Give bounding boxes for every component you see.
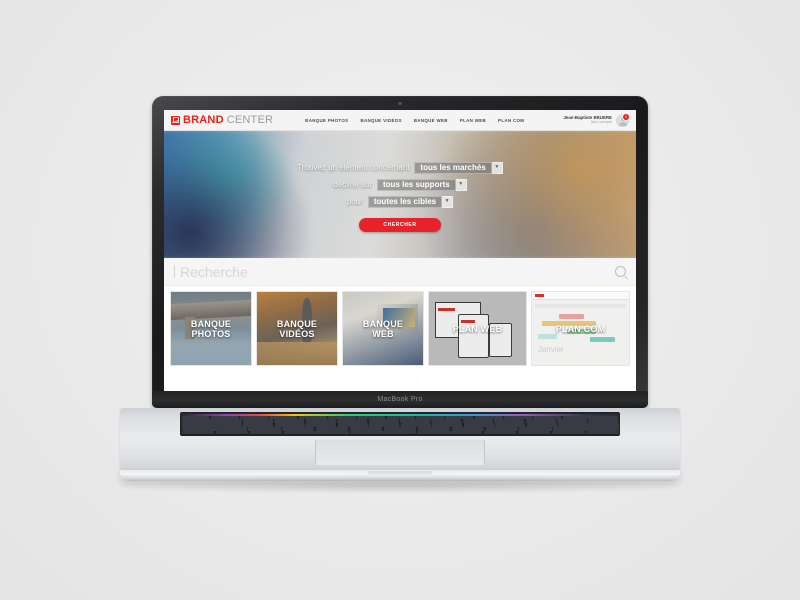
key[interactable] bbox=[181, 430, 215, 435]
tile-plan-com[interactable]: Janvier PLAN COM bbox=[531, 291, 630, 366]
logo-brand-text: BRAND bbox=[183, 114, 224, 126]
keyboard-row[interactable] bbox=[181, 430, 619, 435]
search-icon[interactable] bbox=[615, 266, 626, 277]
chevron-down-icon[interactable]: ▼ bbox=[455, 178, 467, 191]
market-select[interactable]: tous les marchés ▼ bbox=[414, 161, 503, 174]
tile-banque-photos[interactable]: BANQUE PHOTOS bbox=[170, 291, 252, 366]
nav-item-plan-web[interactable]: PLAN WEB bbox=[460, 118, 486, 123]
user-zone[interactable]: Jean-Baptiste BRUERE Mon compte 0 bbox=[563, 112, 630, 127]
lid-bottom-bezel: MacBook Pro bbox=[152, 391, 648, 408]
support-select-value[interactable]: tous les supports bbox=[377, 178, 456, 191]
search-submit-button[interactable]: CHERCHER bbox=[359, 217, 441, 232]
category-tiles: BANQUE PHOTOS BANQUE VIDÉOS BANQUE WEB P… bbox=[164, 286, 636, 372]
site-header: BRAND CENTER BANQUE PHOTOS BANQUE VIDÉOS… bbox=[164, 110, 636, 131]
mini-logo-icon bbox=[534, 293, 544, 297]
tile-banque-videos[interactable]: BANQUE VIDÉOS bbox=[256, 291, 338, 366]
avatar-wrapper[interactable]: 0 bbox=[616, 112, 630, 127]
tile-banque-web[interactable]: BANQUE WEB bbox=[342, 291, 424, 366]
plancom-month-label: Janvier bbox=[537, 344, 564, 354]
website-screen: BRAND CENTER BANQUE PHOTOS BANQUE VIDÉOS… bbox=[164, 110, 636, 391]
laptop-shadow bbox=[100, 478, 700, 494]
search-bar[interactable]: Recherche bbox=[164, 258, 636, 286]
logo[interactable]: BRAND CENTER bbox=[171, 114, 273, 126]
device-label: MacBook Pro bbox=[377, 396, 423, 403]
user-text: Jean-Baptiste BRUERE Mon compte bbox=[563, 115, 612, 125]
key[interactable] bbox=[585, 430, 619, 435]
key[interactable] bbox=[417, 430, 483, 435]
user-account-link[interactable]: Mon compte bbox=[563, 120, 612, 125]
notification-badge[interactable]: 0 bbox=[622, 112, 630, 121]
tile-label: PLAN COM bbox=[555, 323, 606, 334]
device-accent-bar bbox=[437, 308, 456, 312]
chevron-down-icon[interactable]: ▼ bbox=[442, 195, 454, 208]
key[interactable] bbox=[517, 430, 551, 435]
brand-square-icon bbox=[171, 115, 180, 125]
nav-item-banque-videos[interactable]: BANQUE VIDÉOS bbox=[360, 118, 401, 123]
hero-line-market: Trouvez un élément concernant tous les m… bbox=[297, 161, 503, 174]
key[interactable] bbox=[483, 430, 517, 435]
keyboard[interactable] bbox=[180, 412, 620, 436]
nav-item-plan-com[interactable]: PLAN COM bbox=[498, 118, 524, 123]
laptop-lid: BRAND CENTER BANQUE PHOTOS BANQUE VIDÉOS… bbox=[152, 96, 648, 408]
webcam-icon bbox=[398, 102, 402, 105]
market-select-value[interactable]: tous les marchés bbox=[414, 161, 492, 174]
laptop-base bbox=[120, 408, 680, 481]
tile-label: BANQUE WEB bbox=[362, 318, 404, 339]
search-caret bbox=[174, 265, 175, 278]
mini-topbar bbox=[532, 292, 629, 300]
main-nav: BANQUE PHOTOS BANQUE VIDÉOS BANQUE WEB P… bbox=[305, 118, 524, 123]
hero-line-support: décliné sur tous les supports ▼ bbox=[333, 178, 467, 191]
tile-plan-web[interactable]: PLAN WEB bbox=[428, 291, 527, 366]
hero-text-prefix-3: pour bbox=[346, 197, 363, 206]
target-select-value[interactable]: toutes les cibles bbox=[367, 195, 443, 208]
logo-center-text: CENTER bbox=[226, 114, 274, 126]
laptop-base-top bbox=[120, 408, 680, 470]
tile-label: PLAN WEB bbox=[452, 323, 503, 334]
hero-text-prefix-1: Trouvez un élément concernant bbox=[297, 163, 410, 172]
target-select[interactable]: toutes les cibles ▼ bbox=[367, 195, 454, 208]
gantt-bar bbox=[559, 313, 585, 319]
key[interactable] bbox=[215, 430, 249, 435]
key[interactable] bbox=[551, 430, 585, 435]
laptop-mockup: BRAND CENTER BANQUE PHOTOS BANQUE VIDÉOS… bbox=[120, 96, 680, 481]
key[interactable] bbox=[350, 430, 416, 435]
trackpad[interactable] bbox=[315, 440, 485, 465]
gantt-bar bbox=[537, 334, 558, 340]
search-input[interactable]: Recherche bbox=[180, 264, 248, 280]
hero-line-target: pour toutes les cibles ▼ bbox=[346, 195, 454, 208]
nav-item-banque-web[interactable]: BANQUE WEB bbox=[414, 118, 448, 123]
gantt-bar bbox=[590, 337, 616, 343]
chevron-down-icon[interactable]: ▼ bbox=[491, 161, 503, 174]
tile-label: BANQUE VIDÉOS bbox=[276, 318, 318, 339]
nav-item-banque-photos[interactable]: BANQUE PHOTOS bbox=[305, 118, 348, 123]
hero-section: Trouvez un élément concernant tous les m… bbox=[164, 131, 636, 258]
device-accent-bar bbox=[461, 319, 475, 323]
hero-content: Trouvez un élément concernant tous les m… bbox=[164, 131, 636, 258]
base-front-notch bbox=[368, 471, 432, 476]
key[interactable] bbox=[283, 430, 349, 435]
tile-label: BANQUE PHOTOS bbox=[190, 318, 232, 339]
scene-background: BRAND CENTER BANQUE PHOTOS BANQUE VIDÉOS… bbox=[0, 0, 800, 600]
key[interactable] bbox=[249, 430, 283, 435]
hero-text-prefix-2: décliné sur bbox=[333, 180, 372, 189]
support-select[interactable]: tous les supports ▼ bbox=[377, 178, 467, 191]
mini-navrow bbox=[534, 304, 627, 309]
